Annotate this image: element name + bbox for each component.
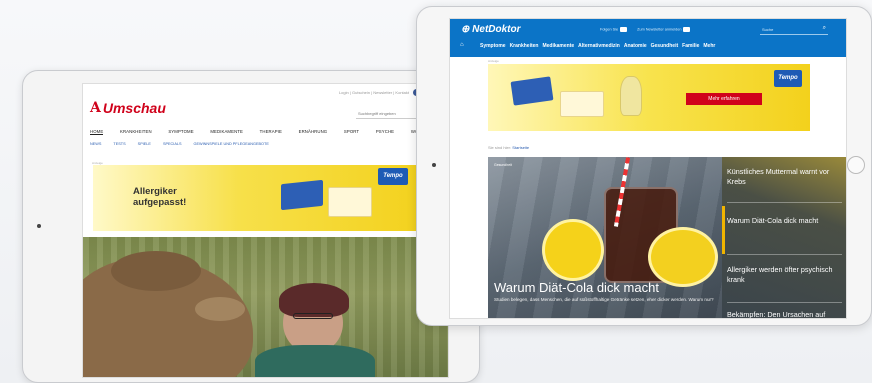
newsletter-link[interactable]: Zum Newsletter anmelden [637,27,691,32]
search-placeholder: Suche [762,27,774,32]
subnav-gewinnspiele[interactable]: GEWINNSPIELE UND PFLEGEANGEBOTE [194,142,269,146]
related-item-4[interactable]: Bekämpfen: Den Ursachen auf [727,310,835,318]
newsletter-label: Zum Newsletter anmelden [637,27,682,32]
facebook-follow-link[interactable]: Folgen Sie [600,27,628,32]
netdoktor-screen: ⊕ NetDoktor Folgen Sie Zum Newsletter an… [449,18,847,319]
mail-icon [683,27,691,32]
facebook-icon [620,27,628,32]
hero-category-label: Gesundheit [494,163,512,167]
umschau-logo[interactable]: A Umschau [90,100,166,116]
nav-anatomie[interactable]: Anatomie [624,43,647,49]
nav-ernaehrung[interactable]: ERNÄHRUNG [299,129,328,135]
tempo-logo: Tempo [774,70,802,87]
related-articles-list: Künstliches Muttermal warnt vor Krebs Wa… [722,157,846,318]
subnav-tests[interactable]: TESTS [113,142,125,146]
subnav-specials[interactable]: SPECIALS [163,142,182,146]
umschau-main-nav: HOME KRANKHEITEN SYMPTOME MEDIKAMENTE TH… [90,129,442,135]
facebook-follow-label: Folgen Sie [600,27,619,32]
tempo-pack-image [281,179,323,211]
nav-familie[interactable]: Familie [682,43,699,49]
netdoktor-search-input[interactable]: Suche ⌕ [760,25,828,35]
tablet-right: ⊕ NetDoktor Folgen Sie Zum Newsletter an… [416,6,872,326]
ad-headline-line2: aufgepasst! [133,197,187,208]
apotheken-a-icon: A [90,100,101,116]
divider [727,254,842,255]
related-item-2[interactable]: Warum Diät-Cola dick macht [727,216,835,226]
header-meta: Folgen Sie Zum Newsletter anmelden [600,27,691,32]
umschau-sub-nav: NEWS TESTS SPIELE SPECIALS GEWINNSPIELE … [90,142,269,146]
divider [727,202,842,203]
nav-krankheiten[interactable]: Krankheiten [510,43,539,49]
tempo-pack-image [510,76,554,106]
netdoktor-mark-icon: ⊕ [461,24,470,35]
breadcrumb: Sie sind hier: Startseite [488,145,529,150]
camel-photo [83,237,448,377]
netdoktor-header: ⊕ NetDoktor Folgen Sie Zum Newsletter an… [450,19,846,57]
home-icon[interactable]: ⌂ [460,42,464,48]
tablet-left: Login | Gutschein | Newsletter | Kontakt… [22,70,480,383]
related-item-3[interactable]: Allergiker werden öfter psychisch krank [727,265,835,285]
active-indicator [722,206,725,254]
ad-headline-line1: Allergiker [133,186,177,197]
camera-dot [37,224,41,228]
hero-title[interactable]: Warum Diät-Cola dick macht [494,280,659,295]
netdoktor-main-nav: ⌂ Symptome Krankheiten Medikamente Alter… [460,42,715,49]
ad-headline: Allergiker aufgepasst! [133,186,186,208]
topline-links[interactable]: Login | Gutschein | Newsletter | Kontakt [339,90,409,95]
tempo-ad-banner[interactable]: Mehr erfahren Tempo [488,64,810,131]
lemon-slice-image [542,219,604,281]
search-icon[interactable]: ⌕ [823,25,826,32]
breadcrumb-prefix: Sie sind hier: [488,145,512,150]
nav-therapie[interactable]: THERAPIE [260,129,282,135]
balsam-bottle-image [620,76,642,116]
nav-sport[interactable]: SPORT [344,129,359,135]
nav-psyche[interactable]: PSYCHE [376,129,394,135]
nav-home[interactable]: HOME [90,129,104,135]
tempo-logo: Tempo [378,168,408,185]
ad-label: Anzeige [488,59,499,63]
nav-mehr[interactable]: Mehr [703,43,715,49]
netdoktor-logo-text: NetDoktor [472,24,521,35]
nav-krankheiten[interactable]: KRANKHEITEN [120,129,152,135]
nav-symptome[interactable]: SYMPTOME [168,129,193,135]
breadcrumb-home-link[interactable]: Startseite [512,145,529,150]
nav-medikamente[interactable]: MEDIKAMENTE [210,129,243,135]
netdoktor-logo[interactable]: ⊕ NetDoktor [461,24,521,35]
nav-medikamente[interactable]: Medikamente [542,43,574,49]
tissue-box-image [328,187,372,217]
nav-alternativmedizin[interactable]: Alternativmedizin [578,43,620,49]
umschau-logo-text: Umschau [102,100,166,116]
nav-symptome[interactable]: Symptome [480,43,506,49]
camera-dot [432,163,436,167]
umschau-screen: Login | Gutschein | Newsletter | Kontakt… [82,83,449,378]
divider [727,302,842,303]
device-showcase: Login | Gutschein | Newsletter | Kontakt… [0,0,872,383]
hero-article[interactable]: Gesundheit Warum Diät-Cola dick macht St… [488,157,722,318]
hero-teaser: Studien belegen, dass Menschen, die auf … [494,297,714,302]
ad-cta-button[interactable]: Mehr erfahren [686,93,762,105]
tissue-box-image [560,91,604,117]
nav-gesundheit[interactable]: Gesundheit [651,43,679,49]
subnav-spiele[interactable]: SPIELE [138,142,151,146]
tempo-ad-banner[interactable]: Allergiker aufgepasst! Tempo [93,165,416,231]
subnav-news[interactable]: NEWS [90,142,101,146]
related-item-1[interactable]: Künstliches Muttermal warnt vor Krebs [727,167,835,187]
home-button[interactable] [847,156,865,174]
